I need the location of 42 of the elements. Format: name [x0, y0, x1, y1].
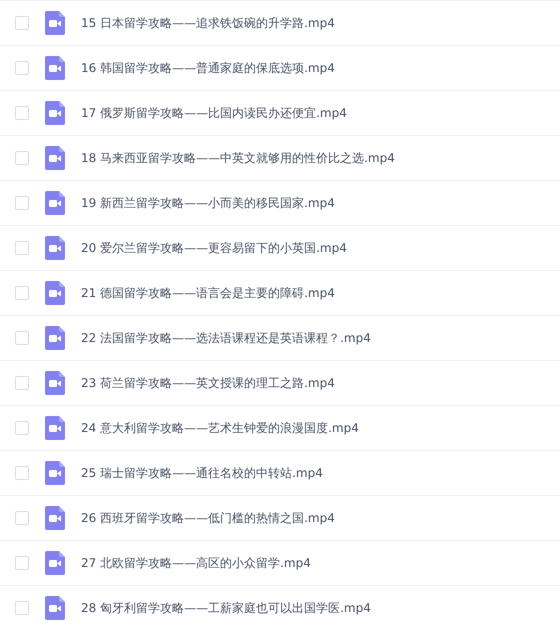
- checkbox[interactable]: [15, 151, 29, 165]
- checkbox[interactable]: [15, 106, 29, 120]
- checkbox[interactable]: [15, 511, 29, 525]
- file-name[interactable]: 20 爱尔兰留学攻略——更容易留下的小英国.mp4: [81, 240, 347, 256]
- file-name[interactable]: 27 北欧留学攻略——高区的小众留学.mp4: [81, 554, 311, 572]
- checkbox[interactable]: [15, 286, 29, 300]
- checkbox[interactable]: [15, 61, 29, 75]
- file-name[interactable]: 24 意大利留学攻略——艺术生钟爱的浪漫国度.mp4: [81, 420, 359, 436]
- file-name[interactable]: 17 俄罗斯留学攻略——比国内读民办还便宜.mp4: [81, 104, 347, 122]
- video-file-icon: [45, 56, 65, 80]
- file-name[interactable]: 15 日本留学攻略——追求铁饭碗的升学路.mp4: [81, 14, 335, 32]
- checkbox[interactable]: [15, 601, 29, 615]
- checkbox[interactable]: [15, 376, 29, 390]
- file-name[interactable]: 19 新西兰留学攻略——小而美的移民国家.mp4: [81, 194, 335, 212]
- checkbox[interactable]: [15, 16, 29, 30]
- file-name[interactable]: 22 法国留学攻略——选法语课程还是英语课程？.mp4: [81, 330, 371, 346]
- checkbox[interactable]: [15, 421, 29, 435]
- checkbox[interactable]: [15, 241, 29, 255]
- video-file-icon: [45, 461, 65, 485]
- file-name[interactable]: 28 匈牙利留学攻略——工薪家庭也可以出国学医.mp4: [81, 600, 371, 616]
- checkbox[interactable]: [15, 466, 29, 480]
- video-file-icon: [45, 326, 65, 350]
- file-name[interactable]: 21 德国留学攻略——语言会是主要的障碍.mp4: [81, 284, 335, 302]
- video-file-icon: [45, 101, 65, 125]
- checkbox[interactable]: [15, 556, 29, 570]
- video-file-icon: [45, 11, 65, 35]
- file-name[interactable]: 18 马来西亚留学攻略——中英文就够用的性价比之选.mp4: [81, 150, 395, 166]
- video-file-icon: [45, 146, 65, 170]
- video-file-icon: [45, 596, 65, 620]
- video-file-icon: [45, 416, 65, 440]
- file-name[interactable]: 16 韩国留学攻略——普通家庭的保底选项.mp4: [81, 60, 335, 76]
- video-file-icon: [45, 281, 65, 305]
- video-file-icon: [45, 551, 65, 575]
- checkbox[interactable]: [15, 196, 29, 210]
- video-file-icon: [45, 191, 65, 215]
- file-name[interactable]: 25 瑞士留学攻略——通往名校的中转站.mp4: [81, 464, 323, 482]
- video-file-icon: [45, 506, 65, 530]
- checkbox[interactable]: [15, 331, 29, 345]
- video-file-icon: [45, 371, 65, 395]
- video-file-icon: [45, 236, 65, 260]
- file-name[interactable]: 23 荷兰留学攻略——英文授课的理工之路.mp4: [81, 374, 335, 392]
- file-name[interactable]: 26 西班牙留学攻略——低门槛的热情之国.mp4: [81, 510, 335, 526]
